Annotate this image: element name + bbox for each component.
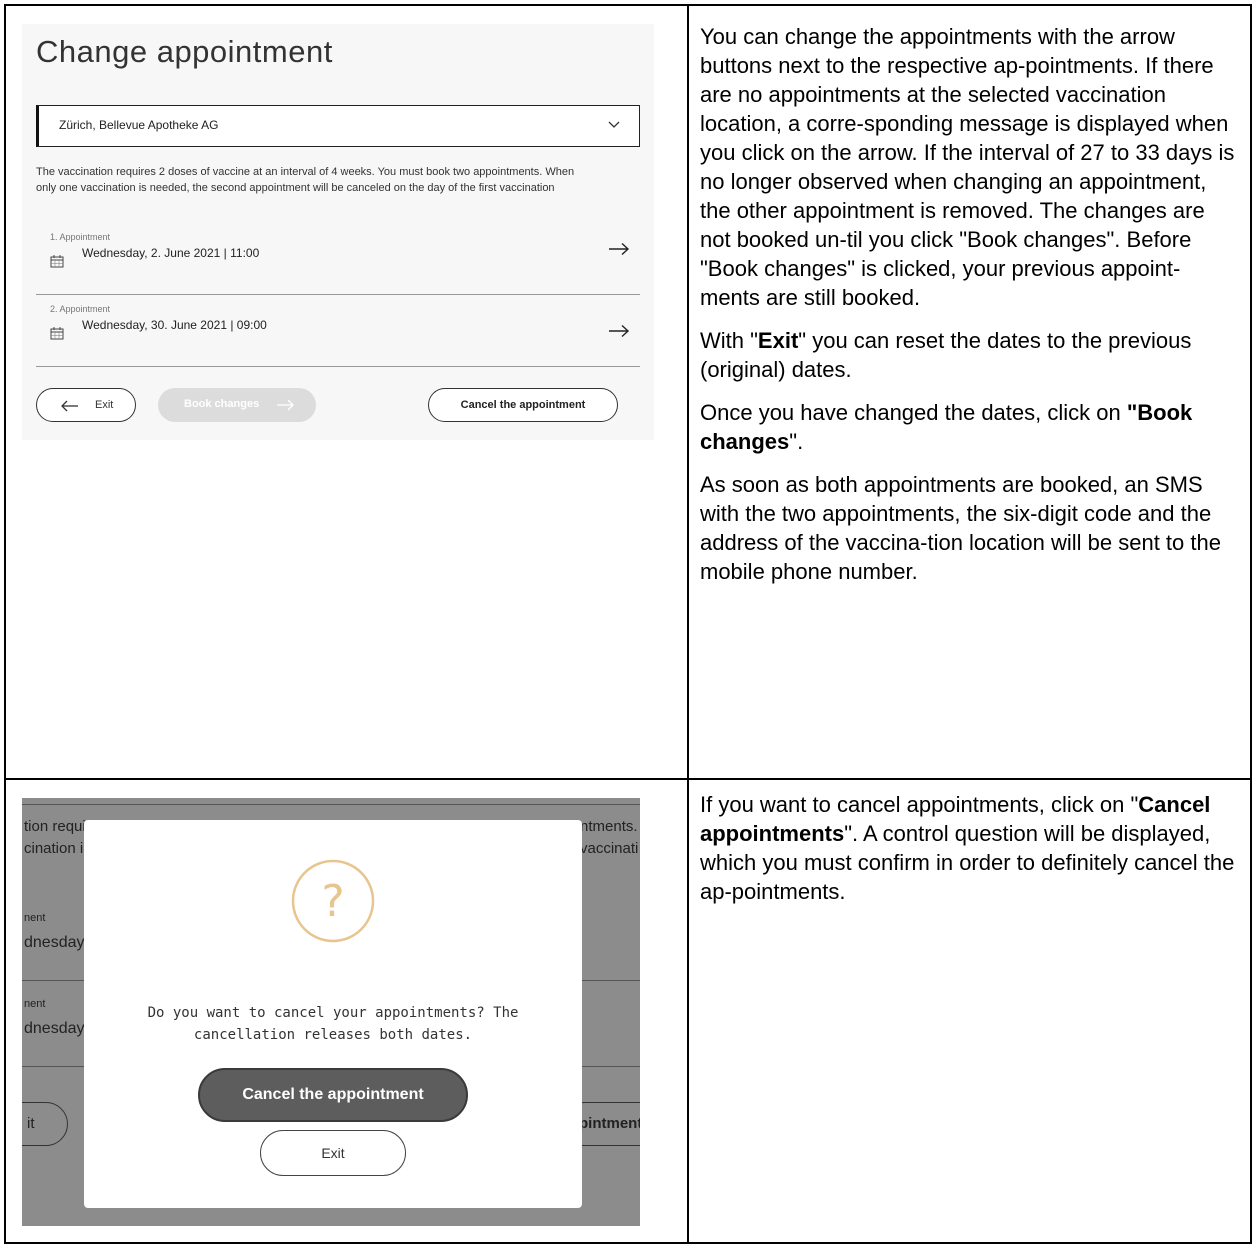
description-paragraph: You can change the appointments with the…: [700, 24, 1235, 310]
question-circle-icon: ?: [291, 859, 375, 943]
appointment-date: Wednesday, 30. June 2021 | 09:00: [82, 318, 267, 332]
location-select[interactable]: Zürich, Bellevue Apotheke AG: [36, 105, 640, 147]
confirm-cancel-label: Cancel the appointment: [242, 1086, 424, 1103]
arrow-right-icon[interactable]: [608, 324, 630, 338]
background-text: nent: [24, 912, 46, 924]
exit-button-label: Exit: [95, 399, 114, 411]
change-appointment-screenshot: Change appointment Zürich, Bellevue Apot…: [22, 24, 654, 440]
book-changes-label: Book changes: [184, 398, 260, 410]
background-exit-button: it: [22, 1102, 68, 1146]
background-divider: [22, 804, 640, 805]
arrow-right-icon[interactable]: [608, 242, 630, 256]
appointment-label: 1. Appointment: [50, 232, 111, 242]
background-text: dnesday,: [24, 1020, 88, 1037]
dialog-message: Do you want to cancel your appointments?…: [147, 1005, 519, 1043]
background-text: nent: [24, 998, 46, 1010]
vaccination-info: The vaccination requires 2 doses of vacc…: [36, 164, 640, 196]
background-text: tion requi: [24, 818, 86, 835]
info-line-1: The vaccination requires 2 doses of vacc…: [36, 166, 575, 178]
cancel-appointment-button[interactable]: Cancel the appointment: [428, 388, 618, 422]
chevron-down-icon: [608, 121, 620, 128]
row-divider: [6, 778, 1250, 780]
appointment-row-1: 1. Appointment Wednesday, 2. June 2021 |…: [36, 232, 640, 295]
arrow-right-icon: [277, 399, 294, 411]
cancel-dialog-screenshot: tion requi cination i ntments. vaccinati…: [22, 798, 640, 1226]
description-paragraph: If you want to cancel appointments, clic…: [700, 792, 1235, 904]
exit-button[interactable]: Exit: [36, 388, 136, 422]
book-changes-button[interactable]: Book changes: [158, 388, 316, 422]
description-paragraph: Once you have changed the dates, click o…: [700, 400, 1193, 454]
cancel-confirmation-dialog: ? Do you want to cancel your appointment…: [84, 820, 582, 1208]
confirm-cancel-button[interactable]: Cancel the appointment: [198, 1068, 468, 1122]
background-text: cination i: [24, 840, 84, 857]
cancel-appointment-label: Cancel the appointment: [460, 399, 586, 411]
exit-emphasis: Exit: [757, 328, 799, 353]
page-title: Change appointment: [36, 34, 333, 69]
description-paragraph: With "Exit" you can reset the dates to t…: [700, 328, 1192, 382]
svg-text:?: ?: [321, 876, 344, 927]
change-description: You can change the appointments with the…: [700, 22, 1240, 600]
background-text: ntments.: [580, 818, 638, 835]
appointment-label: 2. Appointment: [50, 304, 111, 314]
cancel-description: If you want to cancel appointments, clic…: [700, 790, 1240, 920]
arrow-left-icon: [61, 400, 78, 412]
calendar-icon: [50, 327, 64, 340]
calendar-icon: [50, 255, 64, 268]
appointment-date: Wednesday, 2. June 2021 | 11:00: [82, 246, 260, 260]
appointment-row-2: 2. Appointment Wednesday, 30. June 2021 …: [36, 304, 640, 367]
background-text: vaccinati: [580, 840, 639, 857]
background-text: dnesday,: [24, 934, 88, 951]
info-line-2: only one vaccination is needed, the seco…: [36, 182, 555, 194]
dialog-exit-label: Exit: [321, 1145, 345, 1161]
location-value: Zürich, Bellevue Apotheke AG: [59, 118, 219, 132]
column-divider: [687, 6, 689, 1242]
dialog-exit-button[interactable]: Exit: [260, 1130, 406, 1176]
description-paragraph: As soon as both appointments are booked,…: [700, 472, 1221, 584]
